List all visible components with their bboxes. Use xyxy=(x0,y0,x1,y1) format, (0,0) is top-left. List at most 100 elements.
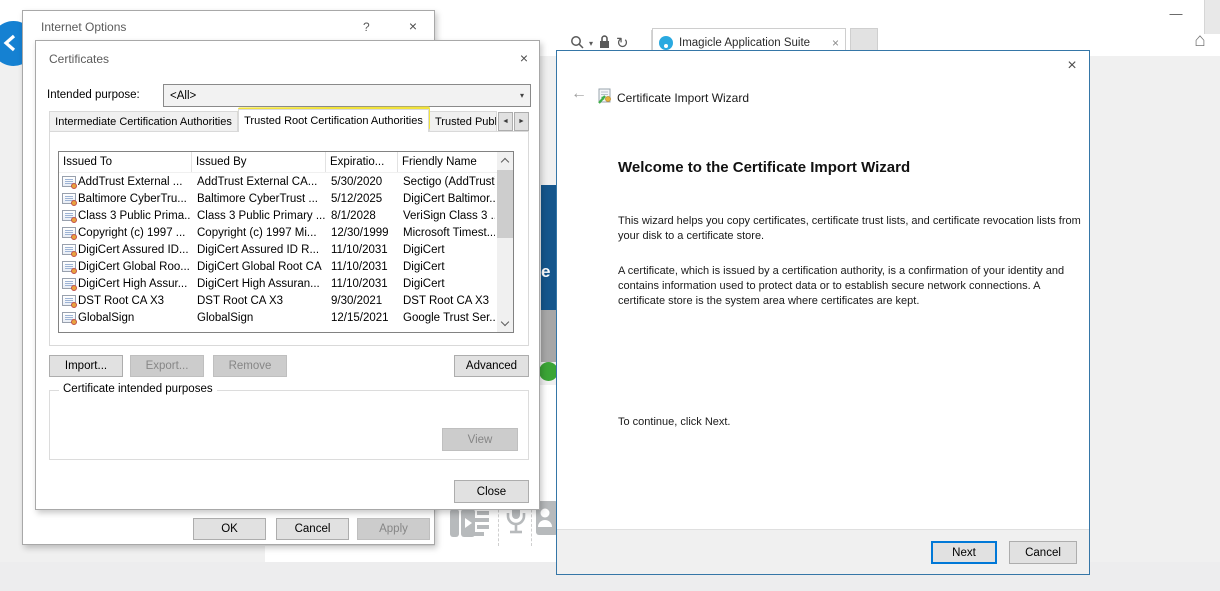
internet-options-title: Internet Options xyxy=(41,20,126,34)
certificate-row[interactable]: Baltimore CyberTru...Baltimore CyberTrus… xyxy=(59,190,513,207)
apply-button[interactable]: Apply xyxy=(357,518,430,540)
certificate-cell: 11/10/2031 xyxy=(325,278,397,290)
wizard-continue-text: To continue, click Next. xyxy=(618,415,1088,430)
certificate-cell: AddTrust External CA... xyxy=(191,176,325,188)
certificate-cell: VeriSign Class 3 ... xyxy=(397,210,495,222)
ok-button[interactable]: OK xyxy=(193,518,266,540)
certificate-cell: DigiCert Assured ID R... xyxy=(191,244,325,256)
certificate-list-header: Issued To Issued By Expiratio... Friendl… xyxy=(59,152,513,173)
certificate-cell: DST Root CA X3 xyxy=(397,295,495,307)
certificate-icon xyxy=(62,312,76,323)
advanced-button[interactable]: Advanced xyxy=(454,355,529,377)
tab-close-icon[interactable]: × xyxy=(832,36,839,50)
import-button[interactable]: Import... xyxy=(49,355,123,377)
certificate-cell: DigiCert Global Root CA xyxy=(191,261,325,273)
intended-purpose-select[interactable]: <All> ▾ xyxy=(163,84,531,107)
export-button[interactable]: Export... xyxy=(130,355,204,377)
remove-button[interactable]: Remove xyxy=(213,355,287,377)
view-button[interactable]: View xyxy=(442,428,518,451)
certificate-row[interactable]: Class 3 Public Prima...Class 3 Public Pr… xyxy=(59,207,513,224)
help-icon[interactable]: ? xyxy=(363,20,370,34)
wizard-close-icon[interactable]: × xyxy=(1063,59,1081,73)
wizard-heading: Welcome to the Certificate Import Wizard xyxy=(618,159,910,176)
certificate-row[interactable]: DigiCert High Assur...DigiCert High Assu… xyxy=(59,275,513,292)
scroll-up-icon[interactable] xyxy=(497,152,513,169)
certificate-cell: 5/12/2025 xyxy=(325,193,397,205)
certificate-cell: Baltimore CyberTrust ... xyxy=(191,193,325,205)
certificate-import-wizard: × ← Certificate Import Wizard Welcome to… xyxy=(556,50,1090,575)
page-banner-blue: e xyxy=(541,185,557,310)
certificate-cell: Copyright (c) 1997 Mi... xyxy=(191,227,325,239)
wizard-back-icon[interactable]: ← xyxy=(571,85,587,103)
close-button[interactable]: Close xyxy=(454,480,529,503)
certificate-icon xyxy=(62,227,76,238)
certificate-row[interactable]: DigiCert Assured ID...DigiCert Assured I… xyxy=(59,241,513,258)
column-header-friendly-name[interactable]: Friendly Name xyxy=(398,152,499,172)
certificate-cell: DigiCert Global Roo... xyxy=(76,261,191,273)
certificate-cell: 12/30/1999 xyxy=(325,227,397,239)
certificate-cell: 11/10/2031 xyxy=(325,261,397,273)
certificate-cell: 12/15/2021 xyxy=(325,312,397,324)
certificate-row[interactable]: DigiCert Global Roo...DigiCert Global Ro… xyxy=(59,258,513,275)
column-header-expiration[interactable]: Expiratio... xyxy=(326,152,398,172)
certificate-row[interactable]: DST Root CA X3DST Root CA X39/30/2021DST… xyxy=(59,292,513,309)
combo-caret-icon: ▾ xyxy=(520,91,524,100)
next-button[interactable]: Next xyxy=(931,541,997,564)
new-tab-button[interactable] xyxy=(850,28,878,51)
certificates-close-icon[interactable]: × xyxy=(516,51,532,65)
tab-trusted-publishers[interactable]: Trusted Publ xyxy=(429,111,497,132)
certificates-dialog: Certificates × Intended purpose: <All> ▾… xyxy=(35,40,540,510)
certificate-list: Issued To Issued By Expiratio... Friendl… xyxy=(58,151,514,333)
wizard-title: Certificate Import Wizard xyxy=(617,91,749,105)
home-icon[interactable]: ⌂ xyxy=(1188,30,1212,52)
scroll-down-icon[interactable] xyxy=(497,315,513,332)
wizard-paragraph-1: This wizard helps you copy certificates,… xyxy=(618,214,1088,244)
column-header-issued-to[interactable]: Issued To xyxy=(59,152,192,172)
list-scrollbar[interactable] xyxy=(497,152,513,332)
wizard-paragraph-2: A certificate, which is issued by a cert… xyxy=(618,264,1088,309)
certificate-cell: DigiCert xyxy=(397,261,495,273)
certificate-cell: Baltimore CyberTru... xyxy=(76,193,191,205)
certificate-row[interactable]: AddTrust External ...AddTrust External C… xyxy=(59,173,513,190)
page-banner-gray xyxy=(541,310,557,362)
column-header-issued-by[interactable]: Issued By xyxy=(192,152,326,172)
certificate-cell: DST Root CA X3 xyxy=(76,295,191,307)
intended-purposes-group-label: Certificate intended purposes xyxy=(59,383,217,395)
certificate-cell: DST Root CA X3 xyxy=(191,295,325,307)
certificate-cell: 5/30/2020 xyxy=(325,176,397,188)
certificate-row[interactable]: GlobalSignGlobalSign12/15/2021Google Tru… xyxy=(59,309,513,326)
minimize-button[interactable]: — xyxy=(1166,10,1186,22)
internet-options-close-icon[interactable]: × xyxy=(405,19,421,33)
certificate-cell: GlobalSign xyxy=(191,312,325,324)
certificate-cell: DigiCert Assured ID... xyxy=(76,244,191,256)
certificate-icon xyxy=(62,193,76,204)
cancel-button[interactable]: Cancel xyxy=(276,518,349,540)
wizard-cancel-button[interactable]: Cancel xyxy=(1009,541,1077,564)
certificate-row[interactable]: Copyright (c) 1997 ...Copyright (c) 1997… xyxy=(59,224,513,241)
certificate-cell: AddTrust External ... xyxy=(76,176,191,188)
tab-scroll-left-icon[interactable]: ◄ xyxy=(498,112,513,131)
certificate-cell: Copyright (c) 1997 ... xyxy=(76,227,191,239)
certificate-icon xyxy=(62,244,76,255)
certificate-cell: Google Trust Ser... xyxy=(397,312,495,324)
certificates-title: Certificates xyxy=(49,52,109,66)
certificate-cell: Sectigo (AddTrust) xyxy=(397,176,495,188)
search-icon[interactable] xyxy=(570,35,584,52)
certificate-icon xyxy=(62,278,76,289)
certificate-cell: 8/1/2028 xyxy=(325,210,397,222)
certificate-cell: DigiCert Baltimor... xyxy=(397,193,495,205)
window-corner-button[interactable] xyxy=(1204,0,1220,34)
tab-favicon-icon xyxy=(659,36,673,50)
scrollbar-thumb[interactable] xyxy=(497,170,513,238)
certificate-icon xyxy=(62,261,76,272)
tab-scroll-right-icon[interactable]: ► xyxy=(514,112,529,131)
tab-title: Imagicle Application Suite xyxy=(679,37,826,49)
search-caret-icon[interactable]: ▾ xyxy=(589,39,593,48)
tab-label: Trusted Root Certification Authorities xyxy=(244,115,423,127)
tab-trusted-root-cas[interactable]: Trusted Root Certification Authorities xyxy=(238,109,429,132)
tab-intermediate-cas[interactable]: Intermediate Certification Authorities xyxy=(49,111,238,132)
certificate-cell: 11/10/2031 xyxy=(325,244,397,256)
certificate-list-body: AddTrust External ...AddTrust External C… xyxy=(59,173,513,326)
certificate-cell: Microsoft Timest... xyxy=(397,227,495,239)
certificate-icon xyxy=(62,176,76,187)
